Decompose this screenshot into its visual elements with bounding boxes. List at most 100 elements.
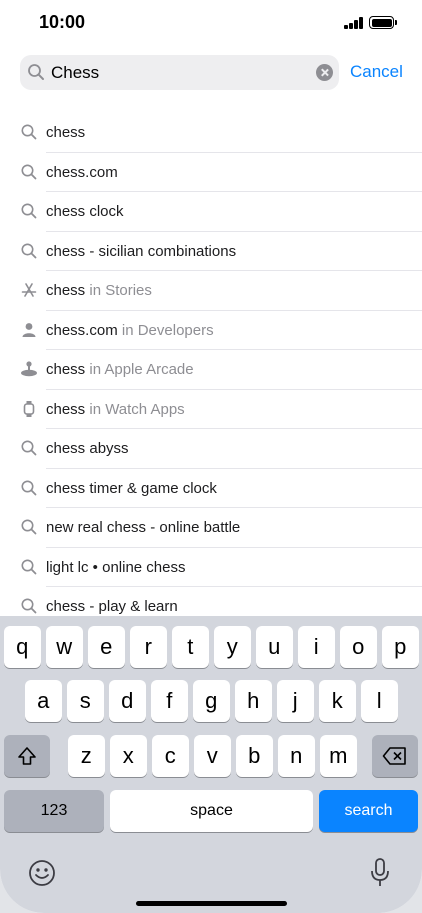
delete-icon	[382, 747, 406, 765]
suggestion-context: in Stories	[85, 282, 152, 299]
shift-key[interactable]	[4, 735, 50, 777]
key-e[interactable]: e	[88, 626, 125, 668]
search-icon	[20, 597, 38, 615]
clear-search-icon[interactable]	[316, 64, 333, 81]
search-icon	[20, 123, 38, 141]
key-m[interactable]: m	[320, 735, 357, 777]
key-v[interactable]: v	[194, 735, 231, 777]
search-icon	[28, 64, 44, 80]
suggestion-text: new real chess - online battle	[46, 519, 241, 536]
shift-icon	[18, 747, 36, 765]
suggestion-text: chess - sicilian combinations	[46, 242, 237, 260]
suggestion-label: chess - play & learn	[46, 598, 178, 615]
suggestion-item[interactable]: chess.com	[20, 153, 422, 192]
key-q[interactable]: q	[4, 626, 41, 668]
key-f[interactable]: f	[151, 680, 188, 722]
suggestion-context: in Watch Apps	[85, 400, 185, 418]
suggestion-label: chess	[46, 124, 85, 141]
search-icon	[20, 518, 38, 536]
suggestion-label: chess.com	[46, 164, 118, 181]
app-store-search-screen: 10:00 Chess Cancel chess chess.com chess c…	[0, 0, 422, 913]
suggestion-text: chess clock	[46, 203, 124, 220]
key-b[interactable]: b	[236, 735, 273, 777]
watch-icon	[20, 400, 38, 418]
search-query-text[interactable]: Chess	[51, 63, 99, 83]
suggestion-text: chess.com	[46, 163, 118, 181]
key-u[interactable]: u	[256, 626, 293, 668]
search-icon	[20, 558, 38, 576]
suggestion-context: in Apple Arcade	[85, 361, 194, 378]
key-o[interactable]: o	[340, 626, 377, 668]
delete-key[interactable]	[372, 735, 418, 777]
key-l[interactable]: l	[361, 680, 398, 722]
emoji-icon[interactable]	[28, 859, 56, 887]
suggestion-text: chess abyss	[46, 440, 129, 457]
suggestion-label: chess in Watch Apps	[46, 401, 185, 418]
person-icon	[20, 321, 38, 339]
home-indicator[interactable]	[136, 901, 287, 906]
numbers-key[interactable]: 123	[4, 790, 104, 832]
suggestion-item[interactable]: chess clock	[20, 192, 422, 232]
space-key[interactable]: space	[110, 790, 313, 832]
key-i[interactable]: i	[298, 626, 335, 668]
suggestion-label: chess clock	[46, 203, 124, 220]
suggestion-text: chess	[46, 361, 86, 378]
suggestion-item[interactable]: chess in Apple Arcade	[20, 350, 422, 390]
key-n[interactable]: n	[278, 735, 315, 777]
app-store-icon	[20, 281, 38, 299]
suggestion-text: chess.com	[46, 321, 118, 339]
suggestion-text: chess	[46, 282, 86, 299]
arcade-icon	[20, 360, 38, 378]
status-bar: 10:00	[0, 0, 422, 48]
suggestion-label: chess abyss	[46, 440, 129, 457]
on-screen-keyboard: q w e r t y u i o p a s d f g h j k l z x c v b n m 123 space search	[0, 616, 422, 913]
search-key[interactable]: search	[319, 790, 418, 832]
suggestion-context: in Developers	[117, 321, 214, 339]
key-s[interactable]: s	[67, 680, 104, 722]
suggestion-item[interactable]: chess	[20, 113, 422, 153]
search-icon	[20, 242, 38, 260]
suggestion-label: chess - sicilian combinations	[46, 243, 236, 260]
search-icon	[20, 202, 38, 220]
key-d[interactable]: d	[109, 680, 146, 722]
suggestion-item[interactable]: chess - sicilian combinations	[20, 232, 422, 271]
suggestion-label: chess.com in Developers	[46, 322, 214, 339]
status-time: 10:00	[39, 12, 86, 32]
suggestion-item[interactable]: chess timer & game clock	[20, 469, 422, 508]
suggestion-text: chess	[46, 124, 86, 141]
key-g[interactable]: g	[193, 680, 230, 722]
key-a[interactable]: a	[25, 680, 62, 722]
key-z[interactable]: z	[68, 735, 105, 777]
search-input[interactable]: Chess	[20, 55, 339, 90]
suggestion-label: chess timer & game clock	[46, 480, 217, 497]
cellular-signal-icon	[344, 17, 364, 29]
suggestion-item[interactable]: chess in Stories	[20, 271, 422, 311]
search-icon	[20, 163, 38, 181]
suggestion-label: light lc • online chess	[46, 559, 186, 576]
key-r[interactable]: r	[130, 626, 167, 668]
key-j[interactable]: j	[277, 680, 314, 722]
key-y[interactable]: y	[214, 626, 251, 668]
battery-icon	[369, 16, 397, 29]
suggestion-item[interactable]: chess.com in Developers	[20, 311, 422, 350]
suggestion-label: chess in Apple Arcade	[46, 361, 194, 378]
key-k[interactable]: k	[319, 680, 356, 722]
key-x[interactable]: x	[110, 735, 147, 777]
suggestion-text: light lc • online chess	[46, 558, 186, 576]
suggestion-item[interactable]: new real chess - online battle	[20, 508, 422, 548]
key-p[interactable]: p	[382, 626, 419, 668]
search-icon	[20, 479, 38, 497]
cancel-button[interactable]: Cancel	[350, 62, 403, 82]
suggestion-label: chess in Stories	[46, 282, 152, 299]
suggestion-text: chess	[46, 400, 86, 418]
suggestion-item[interactable]: chess abyss	[20, 429, 422, 469]
key-h[interactable]: h	[235, 680, 272, 722]
suggestion-label: new real chess - online battle	[46, 519, 240, 536]
suggestion-text: chess - play & learn	[46, 598, 178, 615]
key-t[interactable]: t	[172, 626, 209, 668]
key-w[interactable]: w	[46, 626, 83, 668]
key-c[interactable]: c	[152, 735, 189, 777]
suggestion-item[interactable]: chess in Watch Apps	[20, 390, 422, 429]
suggestion-item[interactable]: light lc • online chess	[20, 548, 422, 587]
microphone-icon[interactable]	[368, 857, 392, 889]
